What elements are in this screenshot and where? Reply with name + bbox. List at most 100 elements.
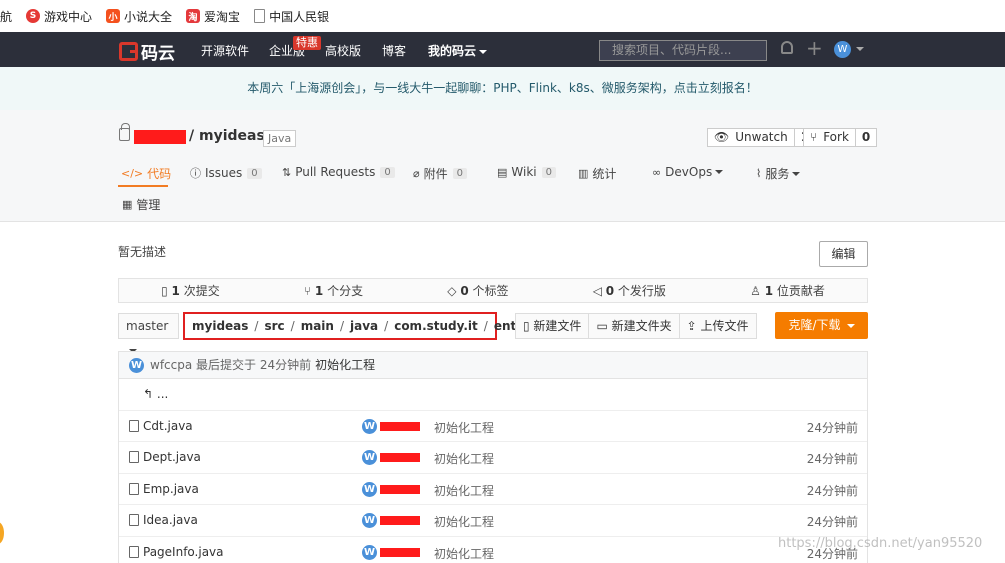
bookmark-game-center[interactable]: S 游戏中心: [26, 8, 92, 25]
bell-icon[interactable]: [781, 41, 793, 54]
unwatch-button[interactable]: 👁 Unwatch 1: [707, 128, 817, 147]
file-row[interactable]: Dept.java W 初始化工程 24分钟前: [119, 442, 867, 474]
chevron-down-icon: [479, 49, 488, 54]
file-commit-message[interactable]: 初始化工程: [434, 450, 494, 467]
parent-dir-label: ...: [156, 387, 169, 401]
clone-download-button[interactable]: 克隆/下载: [775, 312, 868, 339]
file-row[interactable]: Emp.java W 初始化工程 24分钟前: [119, 474, 867, 505]
nav-blog[interactable]: 博客: [382, 42, 406, 59]
repo-name[interactable]: / myideas: [189, 128, 265, 144]
back-arrow-icon: ↰: [143, 387, 157, 401]
chevron-down-icon[interactable]: [856, 47, 864, 51]
tab-devops[interactable]: ∞ DevOps: [652, 165, 724, 179]
file-name[interactable]: Cdt.java: [129, 419, 193, 433]
file-commit-time: 24分钟前: [806, 452, 858, 466]
logo-icon: [119, 42, 138, 61]
stat-commits[interactable]: ▯ 1 次提交: [161, 282, 220, 299]
commit-text: 最后提交于: [196, 358, 257, 372]
stat-label: 位贡献者: [776, 284, 825, 298]
commit-message[interactable]: 初始化工程: [315, 352, 375, 378]
breadcrumb-item[interactable]: myideas: [192, 319, 248, 333]
author-avatar[interactable]: W: [129, 357, 144, 373]
user-avatar[interactable]: W: [834, 41, 851, 58]
event-banner[interactable]: 本周六「上海源创会」，与一线大牛一起聊聊：PHP、Flink、k8s、微服务架构…: [0, 67, 1005, 110]
file-author[interactable]: W: [362, 418, 420, 434]
bookmark-nav[interactable]: 航: [0, 8, 12, 25]
owner-name-redacted[interactable]: [134, 130, 186, 144]
stat-branches[interactable]: ⑂ 1 个分支: [304, 282, 363, 299]
file-commit-message[interactable]: 初始化工程: [434, 419, 494, 436]
breadcrumb-item[interactable]: java: [350, 319, 378, 333]
commit-author[interactable]: wfccpa: [150, 352, 192, 378]
file-author[interactable]: W: [362, 481, 420, 497]
file-commit-message[interactable]: 初始化工程: [434, 513, 494, 530]
edit-button[interactable]: 编辑: [819, 241, 868, 267]
chevron-down-icon: [846, 323, 855, 328]
tag-icon: ◇: [447, 284, 461, 298]
breadcrumb-item[interactable]: src: [264, 319, 284, 333]
file-row[interactable]: PageInfo.java W 初始化工程 24分钟前: [119, 537, 867, 563]
file-name[interactable]: Dept.java: [129, 450, 201, 464]
new-file-button[interactable]: ▯ 新建文件: [516, 314, 590, 338]
file-tree: ↰ ... Cdt.java W 初始化工程 24分钟前 Dept.java W…: [118, 379, 868, 563]
tab-pull-requests[interactable]: ⇅ Pull Requests 0: [282, 165, 395, 179]
parent-dir-link[interactable]: ↰ ...: [143, 387, 168, 401]
clone-label: 克隆/下载: [788, 318, 841, 332]
file-commit-message[interactable]: 初始化工程: [434, 545, 494, 562]
tab-label: Issues: [205, 166, 243, 180]
branch-select[interactable]: master: [118, 313, 179, 353]
breadcrumb-item[interactable]: main: [301, 319, 334, 333]
stat-releases[interactable]: ◁ 0 个发行版: [593, 282, 666, 299]
plus-icon[interactable]: +: [806, 36, 823, 60]
action-label: 上传文件: [700, 319, 749, 333]
language-tag: Java: [263, 130, 297, 147]
file-author[interactable]: W: [362, 450, 420, 465]
contributor-icon: ♙: [750, 284, 765, 298]
top-nav: 码云: [0, 32, 1005, 67]
branch-icon: ⑂: [303, 284, 315, 298]
tab-label: Pull Requests: [295, 165, 376, 179]
tab-stats[interactable]: ▥ 统计: [578, 165, 616, 182]
novel-icon: 小: [106, 9, 121, 23]
file-author[interactable]: W: [362, 544, 420, 560]
bookmark-bank[interactable]: 中国人民银: [254, 8, 329, 25]
active-tab-indicator: [118, 185, 168, 187]
tab-services[interactable]: ⌇ 服务: [756, 165, 801, 182]
unwatch-label: Unwatch: [735, 130, 788, 144]
search-input[interactable]: 搜索项目、代码片段...: [599, 40, 767, 61]
tab-label: 代码: [147, 167, 172, 181]
fork-button[interactable]: ⑂ Fork 0: [803, 128, 878, 147]
pull-request-icon: ⇅: [282, 165, 292, 179]
breadcrumb-item[interactable]: com.study.it: [394, 319, 478, 333]
infinity-icon: ∞: [652, 165, 662, 179]
stat-tags[interactable]: ◇ 0 个标签: [447, 282, 508, 299]
file-row[interactable]: Idea.java W 初始化工程 24分钟前: [119, 505, 867, 537]
bookmark-novels[interactable]: 小小说大全: [106, 8, 172, 25]
author-avatar: W: [362, 450, 377, 465]
tab-issues[interactable]: ⓘ Issues 0: [190, 165, 262, 181]
tab-manage[interactable]: ▦ 管理: [122, 196, 160, 213]
file-commit-message[interactable]: 初始化工程: [434, 482, 494, 499]
nav-my-gitee[interactable]: 我的码云: [428, 42, 488, 59]
nav-education[interactable]: 高校版: [325, 42, 361, 59]
lock-icon: [119, 123, 130, 141]
file-icon: [129, 451, 139, 463]
file-author[interactable]: W: [362, 513, 420, 528]
stat-contributors[interactable]: ♙ 1 位贡献者: [750, 282, 825, 299]
tab-code[interactable]: </> 代码: [121, 165, 171, 182]
new-folder-button[interactable]: ▭ 新建文件夹: [589, 314, 680, 338]
author-name-redacted: [380, 453, 420, 462]
file-name[interactable]: Idea.java: [129, 513, 198, 527]
gitee-logo[interactable]: 码云: [119, 39, 175, 64]
file-name[interactable]: Emp.java: [129, 482, 199, 496]
file-name[interactable]: PageInfo.java: [129, 545, 224, 559]
nav-open-source[interactable]: 开源软件: [201, 42, 249, 59]
new-folder-icon: ▭: [596, 319, 612, 333]
upload-file-button[interactable]: ⇪ 上传文件: [680, 314, 756, 338]
tab-attachments[interactable]: ⌀ 附件 0: [413, 165, 468, 182]
floating-side-button[interactable]: [0, 522, 4, 544]
file-row[interactable]: Cdt.java W 初始化工程 24分钟前: [119, 411, 867, 442]
parent-dir-row[interactable]: ↰ ...: [119, 379, 867, 411]
bookmark-taobao[interactable]: 淘爱淘宝: [186, 8, 240, 25]
tab-wiki[interactable]: ▤ Wiki 0: [497, 165, 556, 179]
